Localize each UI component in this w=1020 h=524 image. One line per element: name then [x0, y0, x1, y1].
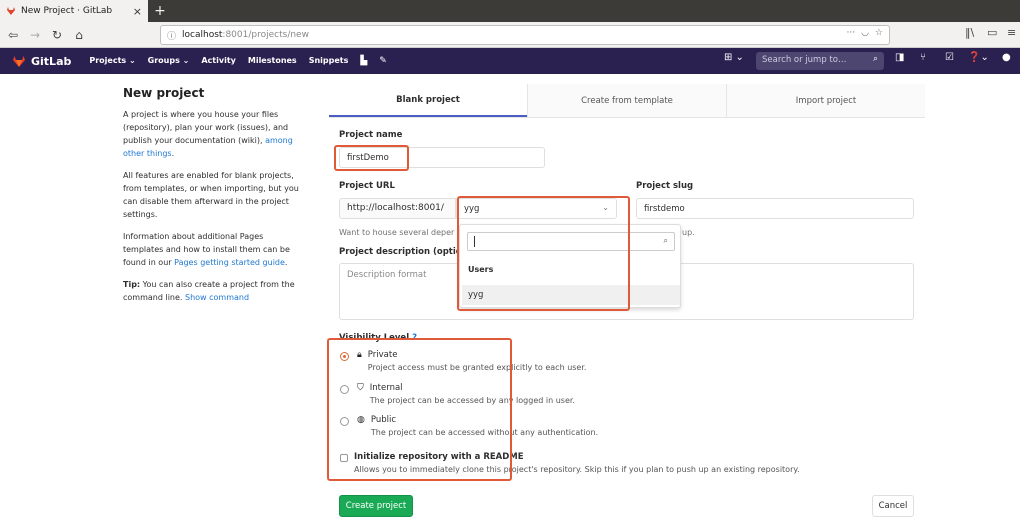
project-slug-label: Project slug [636, 181, 694, 191]
back-icon[interactable]: ⇦ [4, 26, 22, 44]
search-placeholder: Search or jump to… [762, 55, 847, 65]
nav-groups[interactable]: Groups ⌄ [148, 56, 190, 66]
reload-icon[interactable]: ↻ [48, 26, 66, 44]
browser-tab-strip: New Project · GitLab × + [0, 0, 1020, 22]
search-icon: ⌕ [872, 54, 878, 64]
url-help-link[interactable]: up. [682, 228, 695, 237]
show-command-link[interactable]: Show command [185, 293, 249, 302]
nav-projects[interactable]: Projects ⌄ [89, 56, 135, 66]
browser-toolbar: ⇦ → ↻ ⌂ ⓘ localhost:8001/projects/new ··… [0, 22, 1020, 48]
search-icon: ⌕ [663, 236, 668, 245]
brand-name: GitLab [31, 54, 72, 68]
page-title: New project [123, 86, 205, 100]
highlight-namespace [457, 196, 630, 311]
url-host: localhost [182, 30, 223, 40]
tab-import-project[interactable]: Import project [726, 84, 925, 117]
project-url-label: Project URL [339, 181, 395, 191]
cancel-button[interactable]: Cancel [872, 495, 914, 517]
forward-icon[interactable]: → [26, 26, 44, 44]
menu-icon[interactable]: ≡ [1007, 26, 1016, 39]
avatar[interactable]: ● [1002, 52, 1011, 63]
pages-paragraph: Information about additional Pages templ… [123, 232, 290, 267]
features-paragraph: All features are enabled for blank proje… [123, 171, 299, 219]
search-input[interactable]: Search or jump to… ⌕ [756, 52, 884, 70]
project-name-label: Project name [339, 130, 403, 140]
intro-paragraph: A project is where you house your files … [123, 110, 293, 158]
project-description-label: Project description (option [339, 247, 468, 257]
nav-activity[interactable]: Activity [201, 56, 236, 66]
chart-icon[interactable]: ▙ [360, 56, 367, 66]
address-bar[interactable]: ⓘ localhost:8001/projects/new ··· ◡ ☆ [160, 25, 890, 45]
close-icon[interactable]: × [133, 5, 142, 18]
new-project-info: New project A project is where you house… [123, 86, 303, 313]
tab-blank-project[interactable]: Blank project [329, 84, 527, 117]
gitlab-favicon-icon [7, 7, 15, 15]
browser-tab-title: New Project · GitLab [21, 6, 113, 16]
tip-paragraph: Tip: You can also create a project from … [123, 280, 295, 302]
home-icon[interactable]: ⌂ [70, 26, 88, 44]
info-icon: ⓘ [167, 31, 177, 42]
project-url-prefix: http://localhost:8001/ [339, 198, 456, 219]
pocket-icon[interactable]: ◡ [861, 28, 869, 38]
admin-wrench-icon[interactable]: ✎ [379, 56, 387, 66]
highlight-visibility [327, 338, 512, 481]
url-help-text: Want to house several deper [339, 228, 455, 237]
create-project-button[interactable]: Create project [339, 495, 413, 517]
issues-icon[interactable]: ◨ [895, 52, 904, 63]
gitlab-logo[interactable]: GitLab [12, 55, 71, 68]
help-icon[interactable]: ❓⌄ [968, 52, 989, 63]
bookmark-star-icon[interactable]: ☆ [875, 28, 883, 38]
tab-create-from-template[interactable]: Create from template [527, 84, 726, 117]
library-icon[interactable]: ‖\ [965, 26, 974, 39]
new-tab-icon[interactable]: + [152, 2, 168, 20]
gitlab-header: GitLab Projects ⌄ Groups ⌄ Activity Mile… [0, 48, 1020, 74]
sidebar-icon[interactable]: ▭ [987, 26, 997, 39]
more-icon[interactable]: ··· [846, 28, 855, 38]
merge-requests-icon[interactable]: ⑂ [920, 52, 926, 63]
plus-dropdown-icon[interactable]: ⊞ ⌄ [724, 52, 744, 63]
project-tabs: Blank project Create from template Impor… [329, 84, 925, 118]
nav-snippets[interactable]: Snippets [309, 56, 349, 66]
pages-guide-link[interactable]: Pages getting started guide [174, 258, 285, 267]
url-path: :8001/projects/new [222, 30, 309, 40]
nav-milestones[interactable]: Milestones [248, 56, 297, 66]
highlight-project-name [334, 145, 409, 171]
browser-tab[interactable]: New Project · GitLab × [0, 0, 148, 22]
gitlab-tanuki-icon [13, 55, 25, 67]
todos-icon[interactable]: ☑ [945, 52, 954, 63]
project-slug-input[interactable]: firstdemo [636, 198, 914, 219]
